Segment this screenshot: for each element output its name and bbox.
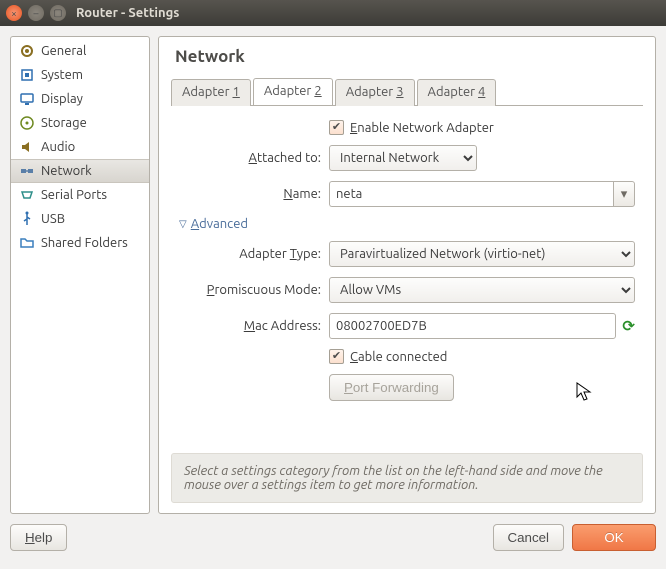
mac-address-label: Mac Address:: [179, 319, 329, 333]
hint-text: Select a settings category from the list…: [171, 453, 643, 503]
sidebar-item-general[interactable]: General: [11, 39, 149, 63]
help-button[interactable]: Help: [10, 524, 67, 551]
attached-to-label: Attached to:: [179, 151, 329, 165]
refresh-mac-button[interactable]: ⟳: [622, 317, 635, 335]
name-label: Name:: [179, 187, 329, 201]
attached-to-select[interactable]: Internal Network: [329, 145, 477, 171]
adapter-tabs: Adapter 1 Adapter 2 Adapter 3 Adapter 4: [171, 78, 643, 106]
window-title: Router - Settings: [76, 6, 179, 20]
usb-icon: [19, 211, 35, 227]
cable-connected-checkbox[interactable]: [329, 349, 344, 364]
sidebar-item-label: USB: [41, 212, 65, 226]
sidebar: General System Display Storage Audio Net…: [10, 36, 150, 514]
sidebar-item-label: Audio: [41, 140, 75, 154]
sidebar-item-label: Shared Folders: [41, 236, 128, 250]
gear-icon: [19, 43, 35, 59]
tab-adapter-4[interactable]: Adapter 4: [417, 79, 497, 106]
adapter-type-label: Adapter Type:: [179, 247, 329, 261]
mac-address-input[interactable]: [329, 313, 616, 339]
serial-icon: [19, 187, 35, 203]
sidebar-item-network[interactable]: Network: [11, 159, 149, 183]
sidebar-item-shared[interactable]: Shared Folders: [11, 231, 149, 255]
minimize-icon[interactable]: –: [28, 5, 44, 21]
tab-adapter-1[interactable]: Adapter 1: [171, 79, 251, 106]
network-icon: [19, 163, 35, 179]
settings-panel: Network Adapter 1 Adapter 2 Adapter 3 Ad…: [158, 36, 656, 514]
advanced-toggle[interactable]: ▽ Advanced: [179, 217, 321, 231]
tab-adapter-2[interactable]: Adapter 2: [253, 78, 333, 105]
folder-icon: [19, 235, 35, 251]
sidebar-item-system[interactable]: System: [11, 63, 149, 87]
sidebar-item-label: Storage: [41, 116, 87, 130]
enable-adapter-label: Enable Network Adapter: [350, 121, 494, 135]
tab-adapter-3[interactable]: Adapter 3: [335, 79, 415, 106]
cancel-button[interactable]: Cancel: [493, 524, 565, 551]
maximize-icon[interactable]: ▢: [50, 5, 66, 21]
sidebar-item-label: Serial Ports: [41, 188, 107, 202]
name-dropdown-button[interactable]: ▾: [613, 181, 635, 207]
sidebar-item-label: Display: [41, 92, 83, 106]
sidebar-item-label: General: [41, 44, 86, 58]
monitor-icon: [19, 91, 35, 107]
titlebar: × – ▢ Router - Settings: [0, 0, 666, 26]
close-icon[interactable]: ×: [6, 5, 22, 21]
port-forwarding-button: Port Forwarding: [329, 374, 454, 401]
ok-button[interactable]: OK: [572, 524, 656, 551]
name-input[interactable]: [329, 181, 613, 207]
sidebar-item-storage[interactable]: Storage: [11, 111, 149, 135]
chip-icon: [19, 67, 35, 83]
adapter-type-select[interactable]: Paravirtualized Network (virtio-net): [329, 241, 635, 267]
panel-heading: Network: [175, 47, 643, 66]
audio-icon: [19, 139, 35, 155]
sidebar-item-serial[interactable]: Serial Ports: [11, 183, 149, 207]
sidebar-item-label: Network: [41, 164, 92, 178]
promiscuous-mode-label: Promiscuous Mode:: [179, 283, 329, 297]
sidebar-item-usb[interactable]: USB: [11, 207, 149, 231]
disk-icon: [19, 115, 35, 131]
promiscuous-mode-select[interactable]: Allow VMs: [329, 277, 635, 303]
cable-connected-label: Cable connected: [350, 350, 447, 364]
enable-adapter-checkbox[interactable]: [329, 120, 344, 135]
chevron-down-icon: ▽: [179, 218, 187, 230]
sidebar-item-label: System: [41, 68, 83, 82]
sidebar-item-audio[interactable]: Audio: [11, 135, 149, 159]
sidebar-item-display[interactable]: Display: [11, 87, 149, 111]
